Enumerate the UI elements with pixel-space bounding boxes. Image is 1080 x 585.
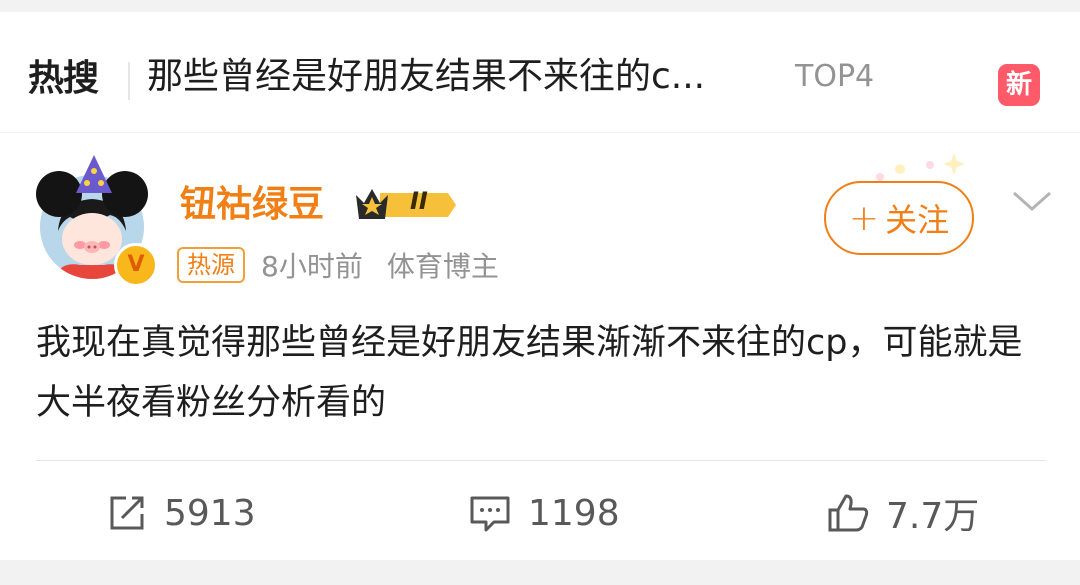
post-content[interactable]: 我现在真觉得那些曾经是好朋友结果渐渐不来往的cp，可能就是大半夜看粉丝分析看的 <box>36 313 1046 433</box>
verified-badge: V <box>114 243 158 287</box>
new-badge: 新 <box>998 64 1040 106</box>
comment-button[interactable]: 1198 <box>468 488 620 538</box>
crown-icon <box>356 189 456 219</box>
post-time: 8小时前 <box>261 250 363 283</box>
follow-button[interactable]: + 关注 <box>824 181 974 255</box>
follow-label: 关注 <box>885 201 950 239</box>
like-button[interactable]: 7.7万 <box>826 488 979 538</box>
username[interactable]: 钮祜绿豆 <box>180 183 324 227</box>
hot-search-logo: 热搜 <box>28 52 99 99</box>
avatar[interactable]: V <box>36 155 158 287</box>
party-hat-icon <box>76 155 112 193</box>
hot-search-logo-label: 热搜 <box>28 58 99 99</box>
like-count: 7.7万 <box>886 496 980 537</box>
action-bar: 5913 1198 7.7万 <box>0 478 1080 544</box>
hot-search-rank: TOP4 <box>795 59 875 94</box>
post-card[interactable]: V 钮祜绿豆 II 热源 8小时前 体育博主 + 关注 我现在真觉得那些曾经是好… <box>0 133 1080 560</box>
bottom-strip <box>0 560 1080 585</box>
chevron-down-icon[interactable] <box>1012 185 1052 215</box>
comment-count: 1198 <box>528 492 620 534</box>
plus-icon: + <box>848 197 880 239</box>
divider <box>36 460 1046 461</box>
user-type: 体育博主 <box>386 250 499 283</box>
hot-search-bar[interactable]: 热搜 那些曾经是好朋友结果不来往的c... TOP4 新 <box>0 12 1080 132</box>
repost-count: 5913 <box>164 492 256 534</box>
repost-icon <box>110 496 144 530</box>
hot-search-separator <box>128 62 130 100</box>
source-badge: 热源 <box>177 247 245 283</box>
level-badge[interactable]: II <box>352 185 458 225</box>
level-label: II <box>410 187 428 215</box>
repost-button[interactable]: 5913 <box>106 488 256 538</box>
like-icon <box>828 494 869 532</box>
hot-search-topic-title[interactable]: 那些曾经是好朋友结果不来往的c... <box>147 54 787 100</box>
comment-icon <box>470 496 510 532</box>
post-meta: 热源 8小时前 体育博主 <box>177 247 499 283</box>
